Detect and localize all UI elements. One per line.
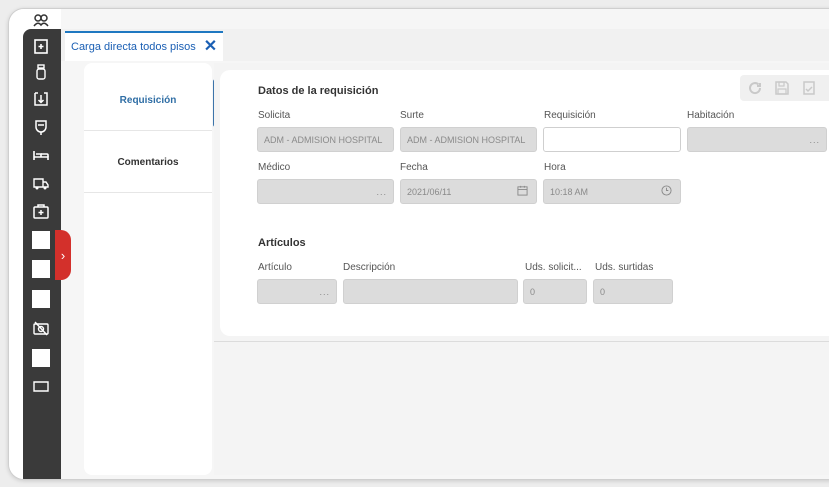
fecha-label: Fecha <box>400 162 428 173</box>
uds-surtidas-field: 0 <box>593 279 673 304</box>
descripcion-label: Descripción <box>343 262 396 273</box>
folder-icon[interactable] <box>32 376 50 394</box>
field-value: 0 <box>530 286 536 297</box>
section-title-articulos: Artículos <box>258 237 306 249</box>
fecha-field[interactable]: 2021/06/11 <box>400 179 537 204</box>
chevron-right-icon: › <box>60 247 66 263</box>
tab-carga-directa[interactable]: Carga directa todos pisos ✕ <box>65 31 224 61</box>
uds-solicitadas-label: Uds. solicit... <box>525 262 582 273</box>
placeholder-icon[interactable] <box>32 260 50 278</box>
field-value: 2021/06/11 <box>407 186 452 197</box>
nav-label: Requisición <box>119 95 177 106</box>
no-photo-icon[interactable] <box>32 319 50 337</box>
beaker-icon[interactable] <box>32 118 50 136</box>
lookup-dots[interactable]: ... <box>809 135 820 145</box>
solicita-label: Solicita <box>258 110 291 121</box>
save-icon[interactable] <box>773 78 791 98</box>
ambulance-icon[interactable] <box>32 174 50 192</box>
hora-label: Hora <box>544 162 566 173</box>
divider <box>214 341 829 342</box>
uds-solicitadas-field: 0 <box>523 279 587 304</box>
field-value: 10:18 AM <box>550 186 589 197</box>
field-value: ADM - ADMISION HOSPITAL <box>407 134 526 145</box>
placeholder-icon[interactable] <box>32 231 50 249</box>
bottle-icon[interactable] <box>32 63 50 81</box>
section-nav: Requisición Comentarios <box>84 63 218 475</box>
uds-surtidas-label: Uds. surtidas <box>595 262 654 273</box>
placeholder-icon[interactable] <box>32 349 50 367</box>
first-aid-icon[interactable] <box>32 202 50 220</box>
bed-icon[interactable] <box>32 146 50 164</box>
calendar-icon[interactable] <box>517 185 528 199</box>
surte-field: ADM - ADMISION HOSPITAL <box>400 127 537 152</box>
solicita-field: ADM - ADMISION HOSPITAL <box>257 127 394 152</box>
refresh-icon[interactable] <box>746 78 764 98</box>
habitacion-field[interactable]: ... <box>687 127 827 152</box>
section-title-datos: Datos de la requisición <box>258 85 379 97</box>
lookup-dots[interactable]: ... <box>319 287 330 297</box>
surte-label: Surte <box>400 110 424 121</box>
hora-field[interactable]: 10:18 AM <box>543 179 681 204</box>
document-check-icon[interactable] <box>800 78 818 98</box>
descripcion-field <box>343 279 518 304</box>
people-icon[interactable] <box>32 11 50 29</box>
articulo-label: Artículo <box>258 262 292 273</box>
field-value: 0 <box>600 286 606 297</box>
lookup-dots[interactable]: ... <box>376 187 387 197</box>
placeholder-icon[interactable] <box>32 290 50 308</box>
nav-label: Comentarios <box>117 157 179 168</box>
tab-label: Carga directa todos pisos <box>71 41 196 53</box>
requisicion-input[interactable] <box>543 127 681 152</box>
nav-item-requisicion[interactable]: Requisición <box>84 71 218 131</box>
requisicion-label: Requisición <box>544 110 596 121</box>
clock-icon[interactable] <box>661 185 672 199</box>
articulo-field[interactable]: ... <box>257 279 337 304</box>
medico-label: Médico <box>258 162 291 173</box>
expand-sidebar-button[interactable]: › <box>55 230 71 280</box>
medico-field[interactable]: ... <box>257 179 394 204</box>
medical-kit-icon[interactable] <box>32 37 50 55</box>
field-value: ADM - ADMISION HOSPITAL <box>264 134 383 145</box>
app-window: › Carga directa todos pisos ✕ Requisició… <box>8 8 829 480</box>
close-icon[interactable]: ✕ <box>204 39 217 55</box>
nav-item-comentarios[interactable]: Comentarios <box>84 133 212 193</box>
habitacion-label: Habitación <box>687 110 735 121</box>
download-box-icon[interactable] <box>32 90 50 108</box>
